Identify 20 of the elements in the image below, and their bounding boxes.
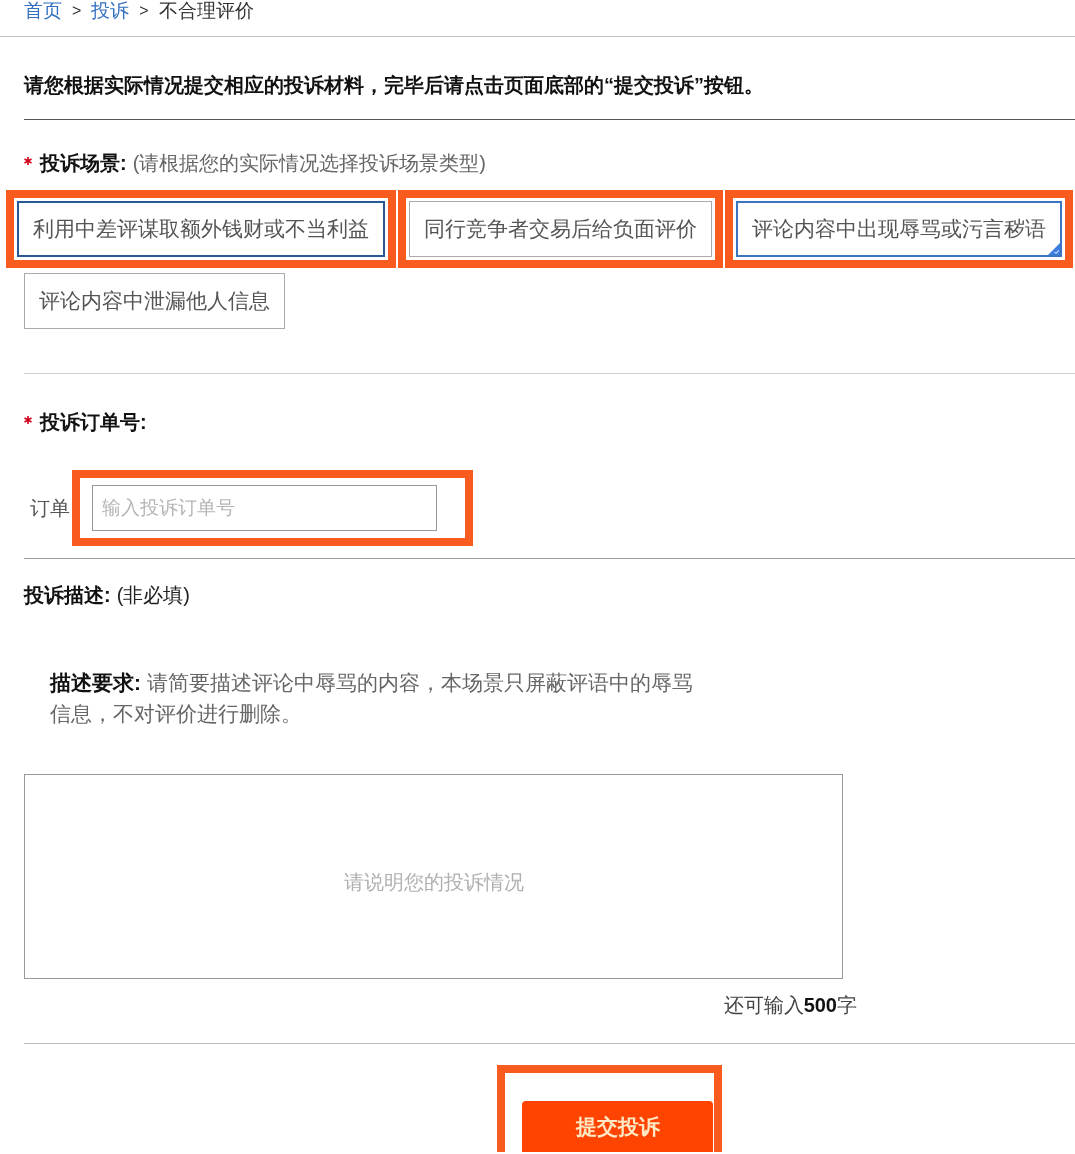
section-label: 投诉描述: <box>24 583 111 607</box>
character-counter: 还可输入500字 <box>723 993 857 1017</box>
order-number-input[interactable]: 输入投诉订单号 <box>92 485 437 531</box>
description-requirement: 描述要求: 请简要描述评论中辱骂的内容，本场景只屏蔽评语中的辱骂信息，不对评价进行删除。 <box>50 670 694 727</box>
scene-option[interactable]: 评论内容中泄漏他人信息 <box>24 273 285 329</box>
breadcrumb-link[interactable]: 投诉 <box>91 0 130 21</box>
breadcrumb-current: 不合理评价 <box>158 0 254 21</box>
breadcrumb-separator: > <box>72 1 82 21</box>
hint-text: (非必填) <box>116 583 190 607</box>
section-label: 投诉订单号: <box>40 410 147 434</box>
scene-option[interactable]: 评论内容中出现辱骂或污言秽语 <box>736 201 1062 257</box>
breadcrumb-separator: > <box>139 1 149 21</box>
scene-option[interactable]: 同行竞争者交易后给负面评价 <box>409 201 712 257</box>
hint-text: (请根据您的实际情况选择投诉场景类型) <box>132 151 486 175</box>
intro-text: 请您根据实际情况提交相应的投诉材料，完毕后请点击页面底部的“提交投诉”按钮。 <box>24 73 764 97</box>
field-label: 订单 <box>30 496 71 521</box>
scene-option[interactable]: 利用中差评谋取额外钱财或不当利益 <box>17 201 385 257</box>
breadcrumb-link[interactable]: 首页 <box>24 0 62 21</box>
section-label: 投诉场景: <box>40 151 127 175</box>
description-textarea[interactable]: 请说明您的投诉情况 <box>24 774 843 979</box>
